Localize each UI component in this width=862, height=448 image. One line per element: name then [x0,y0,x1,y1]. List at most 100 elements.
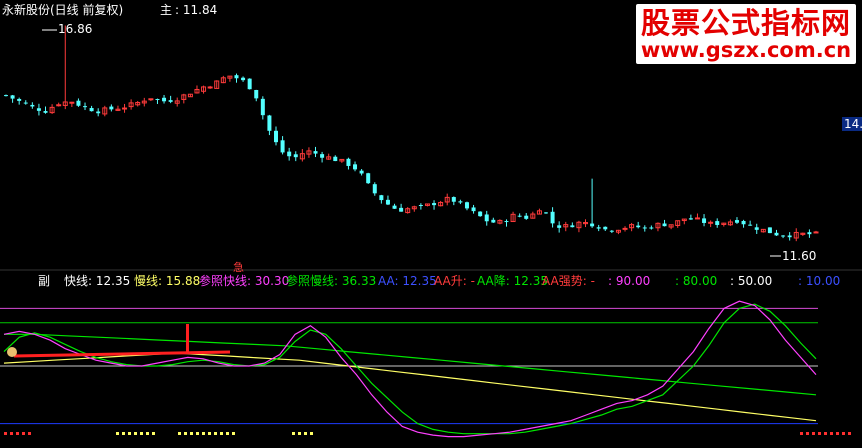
candle-body [10,95,15,99]
candle-body [168,100,173,102]
legend-item: 慢线: 15.88 [134,274,201,288]
indicator-name: 副 [38,274,51,288]
candle-body [36,108,41,111]
legend-item: : 90.00 [608,274,651,288]
candle-body [109,106,114,110]
candle-body [524,215,529,219]
candle-body [694,217,700,220]
candle-body [162,97,167,102]
price-axis-tag: 14. [842,117,862,131]
signal-dot [16,432,19,435]
candle-body [83,106,88,108]
candle-body [43,111,48,113]
candle-body [517,215,522,217]
candle-body [478,211,483,217]
candle-body [471,207,476,212]
signal-dot [830,432,833,435]
candle-body [122,107,128,110]
signal-dot [202,432,205,435]
signal-dot [116,432,119,435]
signal-dot [134,432,137,435]
legend-item: 参照快线: 30.30 [199,274,290,288]
legend-item: AA降: 12.35 [477,274,548,288]
candle-body [662,223,667,227]
legend-item: AA强势: - [542,274,595,288]
signal-dot [226,432,229,435]
candle-body [418,205,423,207]
candle-body [748,224,753,226]
runner-icon [7,347,17,357]
signal-dot [232,432,235,435]
main-value: : 11.84 [175,3,218,17]
candle-body [767,227,772,234]
signal-spike [186,324,189,352]
candle-body [234,75,239,79]
watermark-logo: 股票公式指标网 www.gszx.com.cn [636,4,856,64]
high-annotation: 16.86 [58,22,93,36]
candle-body [333,156,338,162]
candle-body [741,220,746,225]
signal-dot [836,432,839,435]
signal-dot [220,432,223,435]
signal-dot [122,432,125,435]
legend-item: AA升: - [434,274,475,288]
candle-body [622,227,628,230]
candle-body [4,95,8,97]
signal-dot [304,432,307,435]
candle-body [76,100,81,106]
candle-body [254,89,259,99]
watermark-url: www.gszx.com.cn [640,38,852,62]
candle-body [458,201,463,203]
candle-body [754,227,759,230]
candle-body [596,227,601,229]
signal-marker: 急 [233,261,244,274]
candle-body [353,164,358,170]
candle-body [590,223,595,227]
candle-body [484,214,489,222]
candle-body [702,218,707,223]
candle-body [385,199,390,205]
candle-body [609,230,614,232]
candle-body [17,98,22,101]
signal-band [13,350,231,358]
signal-dot [800,432,803,435]
candle-body [260,98,265,116]
signal-dot [292,432,295,435]
signal-dot [146,432,149,435]
candle-body [241,77,246,81]
candle-body [148,98,154,101]
legend-item: 参照慢线: 36.33 [286,274,377,288]
candle-body [642,227,647,229]
candle-body [787,235,792,238]
candle-body [155,99,160,101]
candle-body [207,86,213,89]
signal-dot [190,432,193,435]
candle-body [813,231,819,234]
candle-body [781,235,786,237]
signal-dot [806,432,809,435]
legend-item: : 80.00 [675,274,718,288]
candle-body [366,173,371,184]
candle-body [247,78,252,90]
candle-body [267,115,272,131]
series-line-ref-slow [3,352,817,422]
chart-canvas [0,25,862,438]
candle-body [432,203,437,206]
legend-item: : 50.00 [730,274,773,288]
legend-item: : 10.00 [798,274,841,288]
signal-dot [196,432,199,435]
signal-dot [22,432,25,435]
candle-body [313,151,318,154]
signal-dot [848,432,851,435]
candle-body [603,226,608,230]
candle-body [451,197,456,202]
candle-body [570,225,575,228]
candle-body [320,154,325,158]
candle-body [280,140,285,153]
candle-body [23,102,28,104]
candle-body [359,170,364,174]
signal-dot [298,432,301,435]
low-annotation: 11.60 [782,249,817,263]
candle-body [491,219,496,223]
candle-body [30,104,35,107]
